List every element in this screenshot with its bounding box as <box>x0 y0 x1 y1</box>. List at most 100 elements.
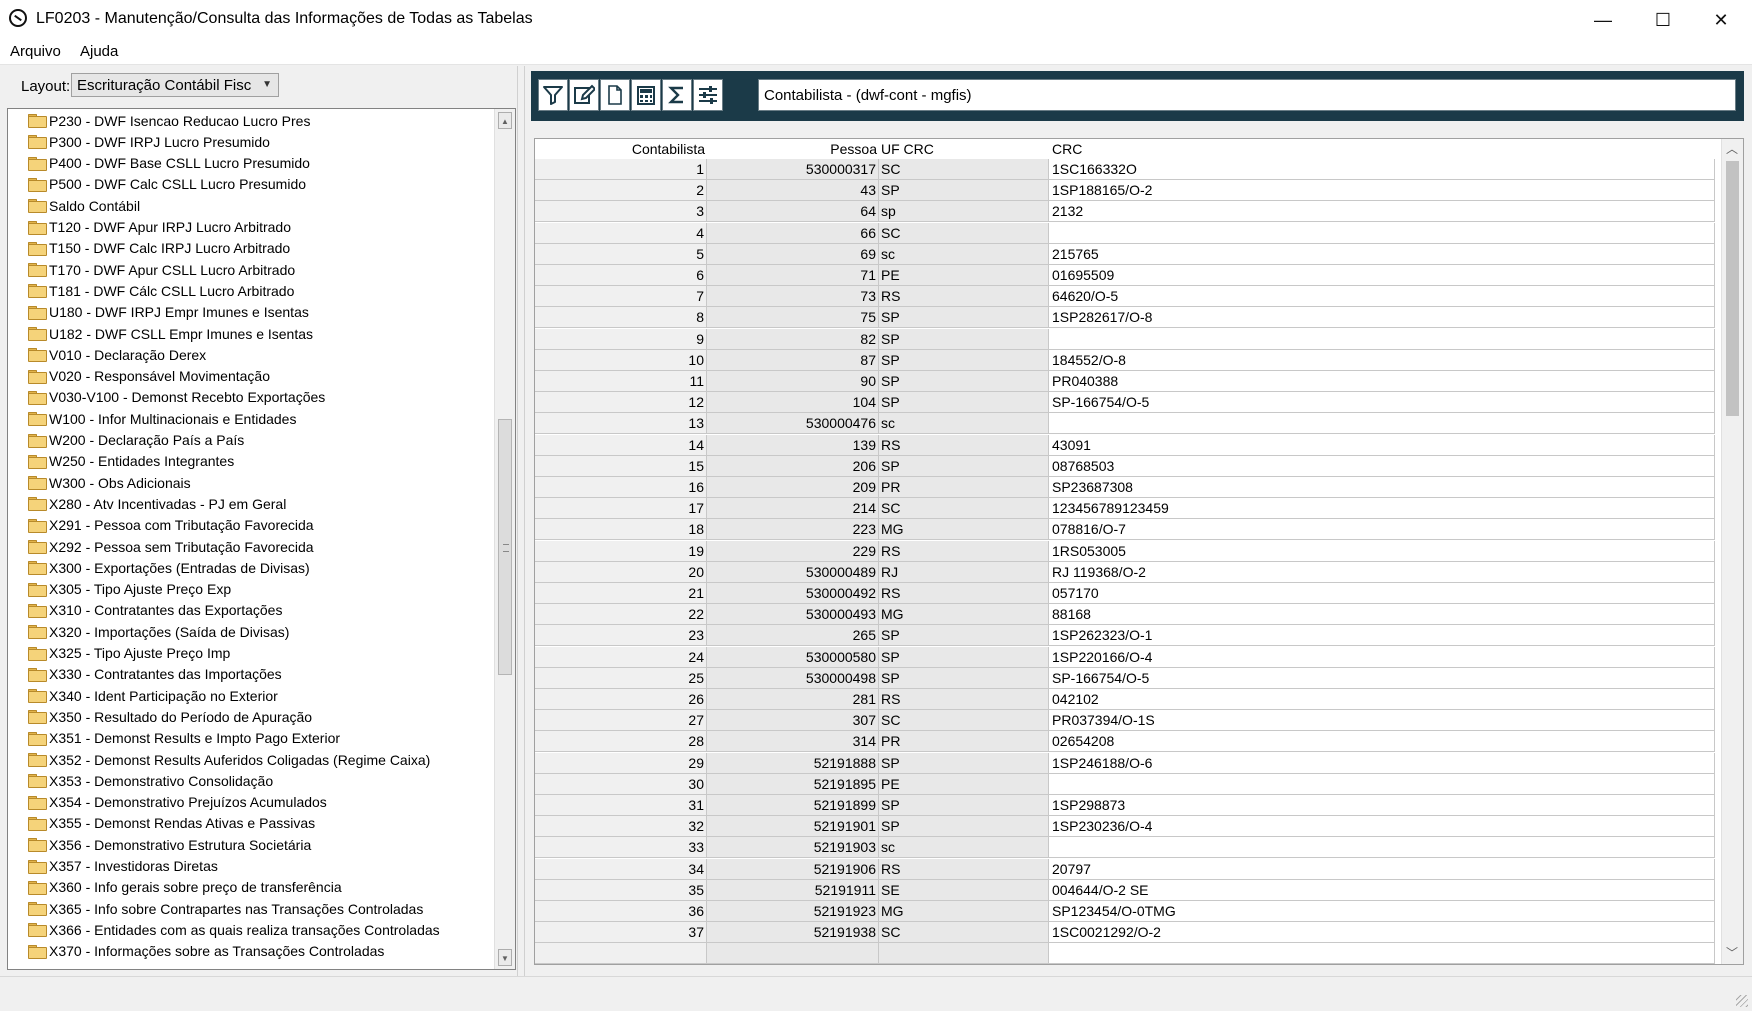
cell-pessoa[interactable]: 64 <box>707 201 879 223</box>
cell-contabilista[interactable]: 14 <box>535 434 707 456</box>
table-row[interactable]: 33 52191903 sc <box>535 837 1715 859</box>
cell-crc[interactable]: 43091 <box>1049 434 1715 456</box>
cell-crc[interactable]: PR040388 <box>1049 371 1715 392</box>
cell-pessoa[interactable]: 52191901 <box>707 816 879 838</box>
table-row[interactable]: 17 214 SC 123456789123459 <box>535 498 1715 520</box>
edit-button[interactable] <box>569 79 599 111</box>
minimize-button[interactable]: — <box>1574 0 1632 40</box>
tree-item[interactable]: T150 - DWF Calc IRPJ Lucro Arbitrado <box>28 238 290 259</box>
scroll-down-icon[interactable]: ▼ <box>498 949 512 966</box>
tree-item[interactable]: V030-V100 - Demonst Recebto Exportações <box>28 387 325 408</box>
tree-item[interactable]: Saldo Contábil <box>28 195 140 216</box>
cell-crc[interactable] <box>1049 773 1715 795</box>
tree-item[interactable]: P230 - DWF Isencao Reducao Lucro Pres <box>28 110 310 131</box>
cell-contabilista[interactable]: 15 <box>535 455 707 477</box>
table-row[interactable]: 19 229 RS 1RS053005 <box>535 540 1715 562</box>
table-row[interactable]: 32 52191901 SP 1SP230236/O-4 <box>535 816 1715 838</box>
cell-pessoa[interactable]: 229 <box>707 540 879 562</box>
new-button[interactable] <box>600 79 630 111</box>
table-row[interactable]: 20 530000489 RJ RJ 119368/O-2 <box>535 561 1715 583</box>
scroll-up-icon[interactable]: ▲ <box>498 112 512 129</box>
tree-item[interactable]: X320 - Importações (Saída de Divisas) <box>28 621 289 642</box>
cell-uf-crc[interactable]: SP <box>879 180 1049 202</box>
cell-pessoa[interactable]: 223 <box>707 519 879 541</box>
cell-contabilista[interactable]: 13 <box>535 413 707 435</box>
cell-crc[interactable]: 01695509 <box>1049 265 1715 286</box>
cell-pessoa[interactable]: 530000498 <box>707 667 879 689</box>
tree-item[interactable]: X353 - Demonstrativo Consolidação <box>28 770 273 791</box>
cell-contabilista[interactable]: 34 <box>535 858 707 880</box>
cell-contabilista[interactable]: 21 <box>535 583 707 604</box>
cell-pessoa[interactable]: 281 <box>707 689 879 710</box>
cell-contabilista[interactable]: 28 <box>535 731 707 753</box>
cell-pessoa[interactable]: 52191888 <box>707 752 879 774</box>
table-row[interactable]: 12 104 SP SP-166754/O-5 <box>535 392 1715 414</box>
cell-crc[interactable]: SP-166754/O-5 <box>1049 667 1715 689</box>
table-row[interactable]: 30 52191895 PE <box>535 773 1715 795</box>
cell-contabilista[interactable]: 17 <box>535 498 707 520</box>
table-row[interactable]: 4 66 SC <box>535 222 1715 244</box>
cell-contabilista[interactable]: 29 <box>535 752 707 774</box>
tree-item[interactable]: X357 - Investidoras Diretas <box>28 856 218 877</box>
table-row[interactable]: 5 69 sc 215765 <box>535 243 1715 265</box>
table-row[interactable]: 26 281 RS 042102 <box>535 689 1715 710</box>
tree-item[interactable]: W200 - Declaração País a País <box>28 430 244 451</box>
cell-uf-crc[interactable]: sc <box>879 413 1049 435</box>
cell-crc[interactable]: 057170 <box>1049 583 1715 604</box>
table-row[interactable]: 15 206 SP 08768503 <box>535 455 1715 477</box>
tree-item[interactable]: U180 - DWF IRPJ Empr Imunes e Isentas <box>28 302 309 323</box>
table-row[interactable]: 25 530000498 SP SP-166754/O-5 <box>535 667 1715 689</box>
cell-uf-crc[interactable]: sc <box>879 837 1049 859</box>
cell-contabilista[interactable]: 10 <box>535 349 707 371</box>
table-row[interactable]: 16 209 PR SP23687308 <box>535 477 1715 498</box>
cell-pessoa[interactable]: 104 <box>707 392 879 414</box>
cell-crc[interactable]: 1SP188165/O-2 <box>1049 180 1715 202</box>
cell-uf-crc[interactable]: PE <box>879 773 1049 795</box>
cell-contabilista[interactable]: 8 <box>535 307 707 329</box>
tree-item[interactable]: X292 - Pessoa sem Tributação Favorecida <box>28 536 314 557</box>
scroll-thumb[interactable] <box>1726 161 1739 416</box>
settings-button[interactable] <box>693 79 723 111</box>
cell-uf-crc[interactable]: SP <box>879 816 1049 838</box>
cell-contabilista[interactable]: 31 <box>535 795 707 816</box>
cell-contabilista[interactable]: 25 <box>535 667 707 689</box>
table-row[interactable]: 6 71 PE 01695509 <box>535 265 1715 286</box>
cell-crc[interactable]: 123456789123459 <box>1049 498 1715 520</box>
cell-uf-crc[interactable]: RS <box>879 286 1049 308</box>
cell-contabilista[interactable]: 19 <box>535 540 707 562</box>
table-row[interactable]: 28 314 PR 02654208 <box>535 731 1715 753</box>
cell-crc[interactable] <box>1049 837 1715 859</box>
cell-crc[interactable]: 1SP282617/O-8 <box>1049 307 1715 329</box>
cell-crc[interactable] <box>1049 413 1715 435</box>
cell-pessoa[interactable]: 206 <box>707 455 879 477</box>
table-row[interactable]: 23 265 SP 1SP262323/O-1 <box>535 625 1715 647</box>
table-row[interactable]: 27 307 SC PR037394/O-1S <box>535 710 1715 732</box>
grid-scrollbar[interactable]: ︿ ﹀ <box>1721 139 1743 964</box>
cell-crc[interactable]: 1SP246188/O-6 <box>1049 752 1715 774</box>
cell-pessoa[interactable]: 71 <box>707 265 879 286</box>
cell-contabilista[interactable]: 18 <box>535 519 707 541</box>
cell-uf-crc[interactable]: SP <box>879 307 1049 329</box>
table-row[interactable]: 18 223 MG 078816/O-7 <box>535 519 1715 541</box>
cell-pessoa[interactable]: 52191923 <box>707 901 879 922</box>
maximize-button[interactable]: ☐ <box>1634 0 1692 40</box>
cell-pessoa[interactable]: 307 <box>707 710 879 732</box>
cell-pessoa[interactable]: 87 <box>707 349 879 371</box>
tree-item[interactable]: X330 - Contratantes das Importações <box>28 664 282 685</box>
cell-pessoa[interactable]: 52191938 <box>707 922 879 944</box>
cell-crc[interactable]: 215765 <box>1049 243 1715 265</box>
cell-crc[interactable]: 184552/O-8 <box>1049 349 1715 371</box>
cell-contabilista[interactable]: 5 <box>535 243 707 265</box>
cell-contabilista[interactable]: 26 <box>535 689 707 710</box>
tree-item[interactable]: X360 - Info gerais sobre preço de transf… <box>28 877 342 898</box>
cell-uf-crc[interactable]: SP <box>879 795 1049 816</box>
cell-uf-crc[interactable]: RS <box>879 434 1049 456</box>
cell-uf-crc[interactable]: SP <box>879 328 1049 350</box>
cell-pessoa[interactable]: 265 <box>707 625 879 647</box>
table-row[interactable]: 21 530000492 RS 057170 <box>535 583 1715 604</box>
table-row[interactable]: 37 52191938 SC 1SC0021292/O-2 <box>535 922 1715 944</box>
cell-pessoa[interactable]: 69 <box>707 243 879 265</box>
cell-uf-crc[interactable]: SP <box>879 625 1049 647</box>
cell-crc[interactable]: 042102 <box>1049 689 1715 710</box>
cell-uf-crc[interactable]: RS <box>879 689 1049 710</box>
